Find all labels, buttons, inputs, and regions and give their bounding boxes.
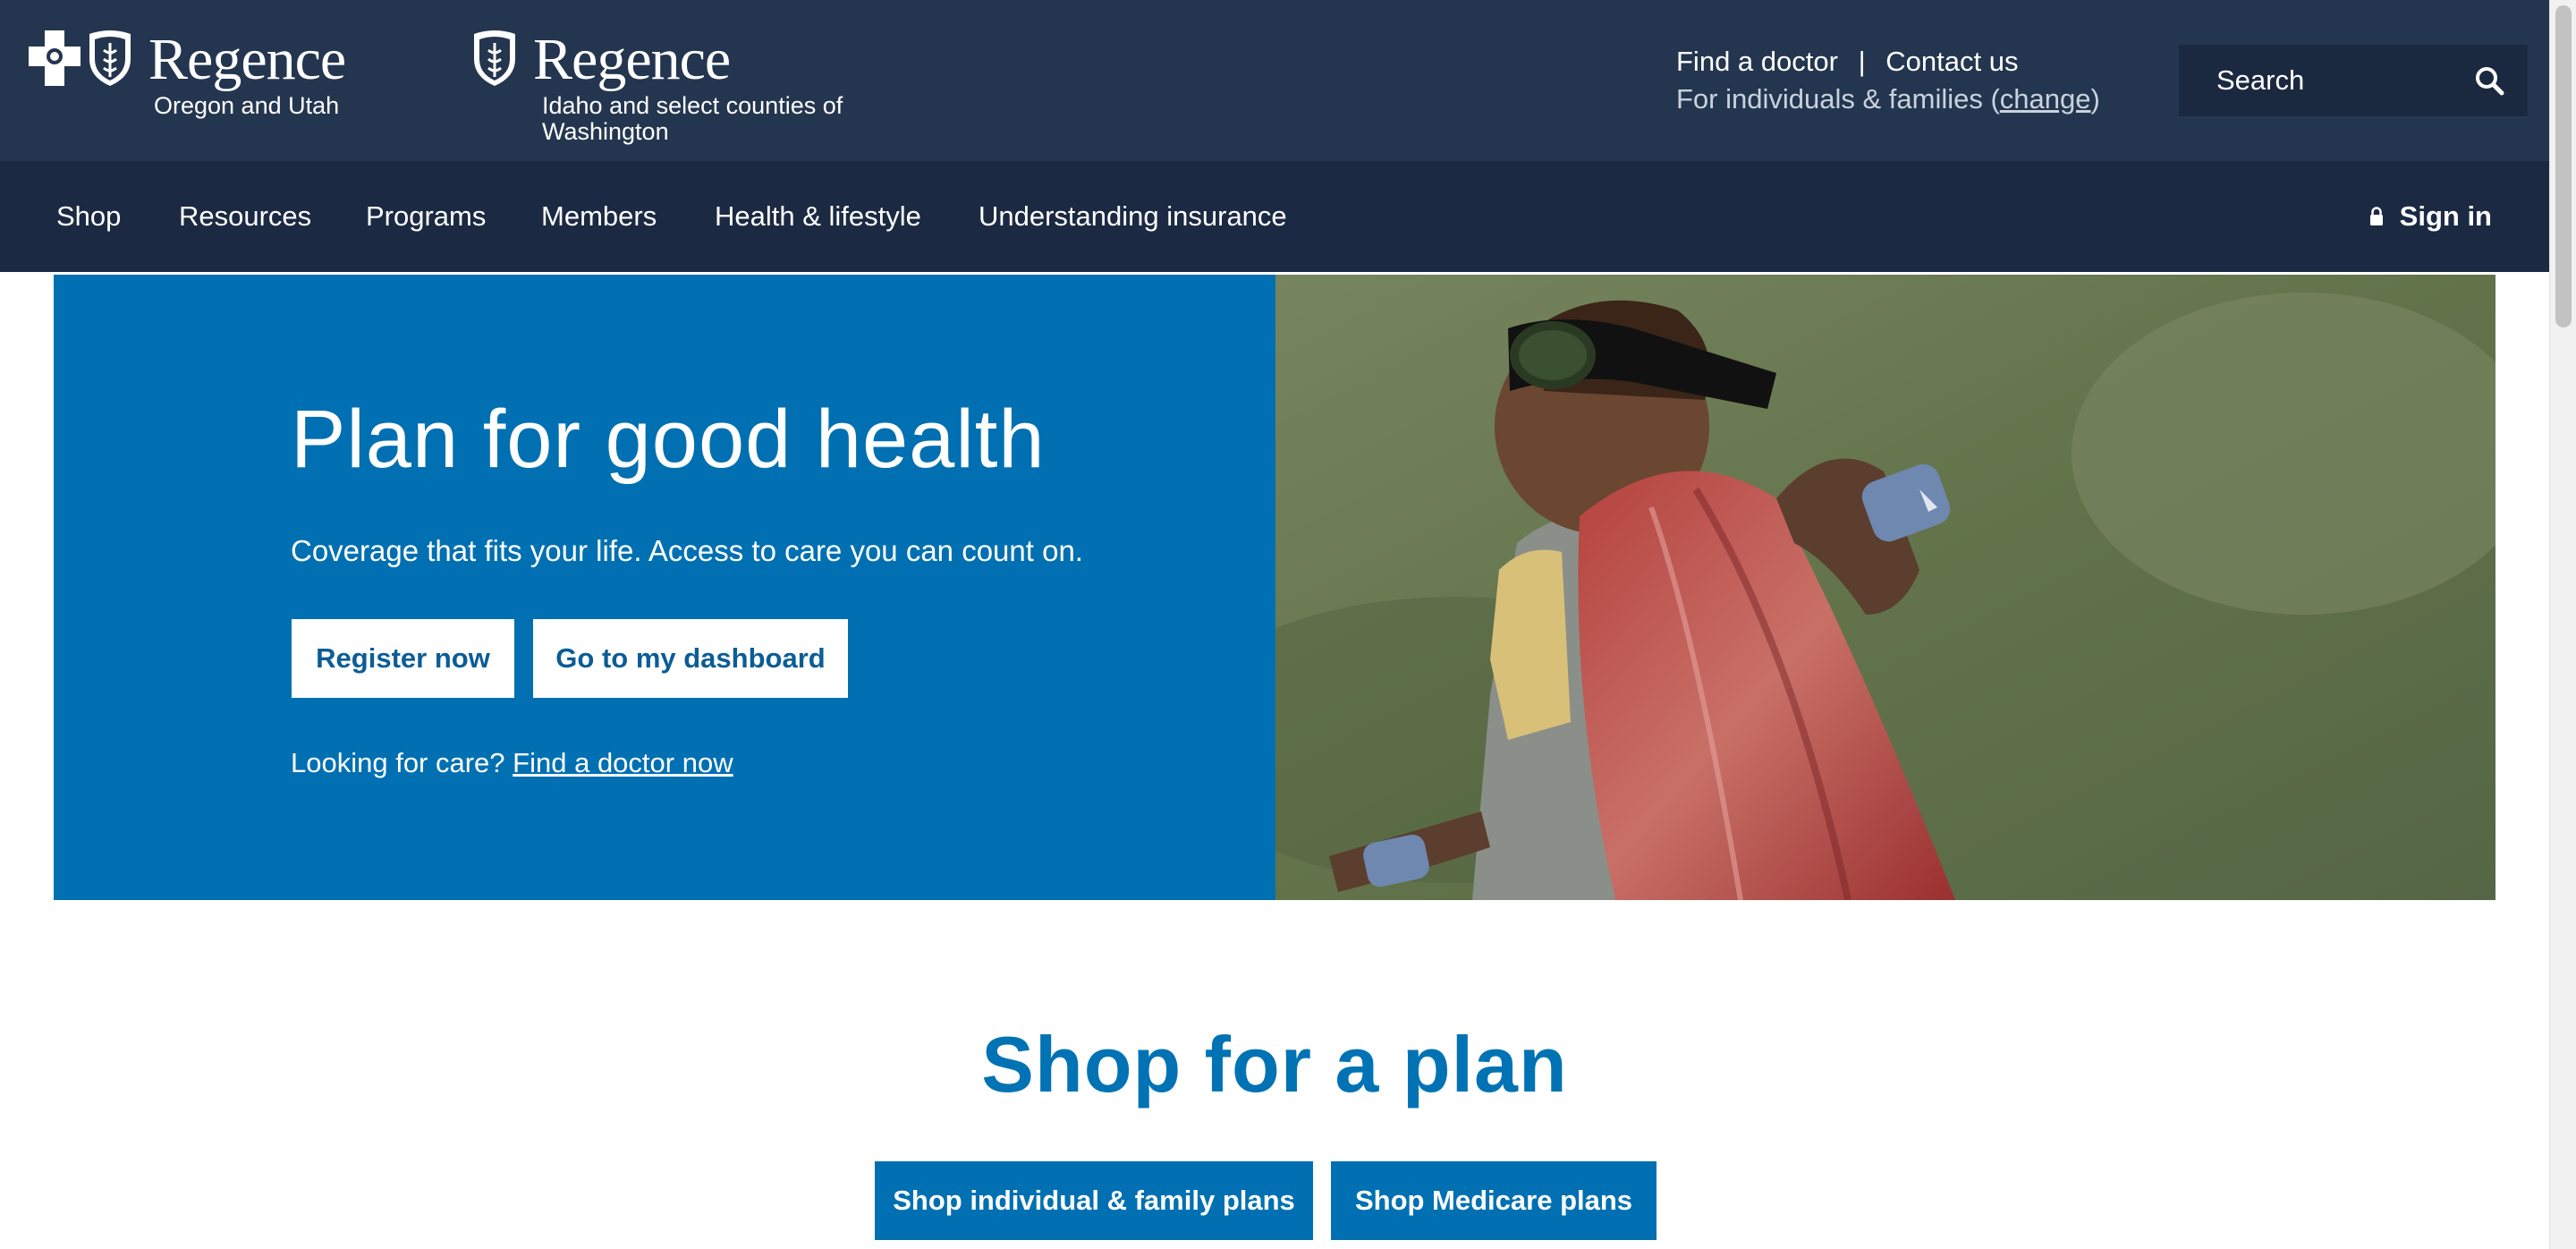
hero-photo (1275, 275, 2496, 900)
contact-us-link[interactable]: Contact us (1885, 46, 2018, 77)
search-box[interactable] (2179, 45, 2528, 116)
brand-wordmark-1: Regence (148, 27, 346, 92)
sign-in-button[interactable]: Sign in (2369, 161, 2492, 272)
blue-cross-icon (29, 30, 80, 86)
scrollbar-thumb[interactable] (2555, 5, 2572, 327)
hero-care-prefix: Looking for care? (291, 747, 505, 778)
nav-item-resources[interactable]: Resources (179, 200, 311, 233)
audience-suffix: ) (2090, 83, 2100, 115)
nav-item-shop[interactable]: Shop (56, 200, 121, 233)
shop-individual-family-plans-button[interactable]: Shop individual & family plans (875, 1161, 1313, 1240)
bcbs-marks (27, 29, 134, 88)
brand-wordmark-2: Regence (533, 27, 731, 92)
audience-label: For individuals & families ( (1676, 83, 2000, 115)
hero-title: Plan for good health (291, 394, 1046, 485)
go-to-dashboard-button[interactable]: Go to my dashboard (533, 619, 848, 698)
brand-oregon-utah[interactable]: Regence Oregon and Utah (27, 27, 346, 119)
audience-change-link[interactable]: change (2000, 83, 2091, 115)
nav-item-health-lifestyle[interactable]: Health & lifestyle (715, 200, 921, 233)
find-a-doctor-now-link[interactable]: Find a doctor now (513, 747, 733, 778)
register-now-button[interactable]: Register now (292, 619, 514, 698)
audience-selector: For individuals & families (change) (1676, 81, 2100, 118)
nav-item-programs[interactable]: Programs (366, 200, 486, 233)
utility-links-row: Find a doctor | Contact us (1676, 43, 2100, 81)
hero-subtitle: Coverage that fits your life. Access to … (291, 534, 1083, 567)
hero-care-text: Looking for care? Find a doctor now (291, 747, 733, 779)
brand-region-1: Oregon and Utah (154, 92, 340, 119)
blue-shield-icon (474, 30, 515, 86)
hero-photo-child-superhero (1275, 275, 2496, 900)
main-nav: Shop Resources Programs Members Health &… (0, 161, 2549, 272)
nav-item-understanding-insurance[interactable]: Understanding insurance (979, 200, 1287, 233)
lock-icon (2369, 207, 2383, 225)
vertical-scrollbar[interactable] (2549, 0, 2576, 1249)
sign-in-label: Sign in (2399, 200, 2492, 232)
utility-separator: | (1858, 46, 1866, 77)
brand-region-2: Idaho and select counties of Washington (542, 92, 843, 145)
top-header: Regence Oregon and Utah Regence Idaho an… (0, 0, 2549, 161)
shop-medicare-plans-button[interactable]: Shop Medicare plans (1331, 1161, 1657, 1240)
hero-banner: Plan for good health Coverage that fits … (54, 275, 2496, 900)
utility-links: Find a doctor | Contact us For individua… (1676, 43, 2100, 118)
shop-for-a-plan-heading: Shop for a plan (981, 1020, 1568, 1109)
search-input[interactable] (2216, 64, 2467, 97)
bcbs-marks-2 (470, 29, 519, 88)
search-icon[interactable] (2474, 65, 2504, 96)
brand-idaho-washington[interactable]: Regence Idaho and select counties of Was… (470, 27, 843, 145)
find-a-doctor-link[interactable]: Find a doctor (1676, 46, 1838, 77)
nav-item-members[interactable]: Members (541, 200, 657, 233)
hero-text-panel: Plan for good health Coverage that fits … (54, 275, 1275, 900)
page: Regence Oregon and Utah Regence Idaho an… (0, 0, 2576, 1249)
blue-shield-icon (89, 30, 131, 86)
